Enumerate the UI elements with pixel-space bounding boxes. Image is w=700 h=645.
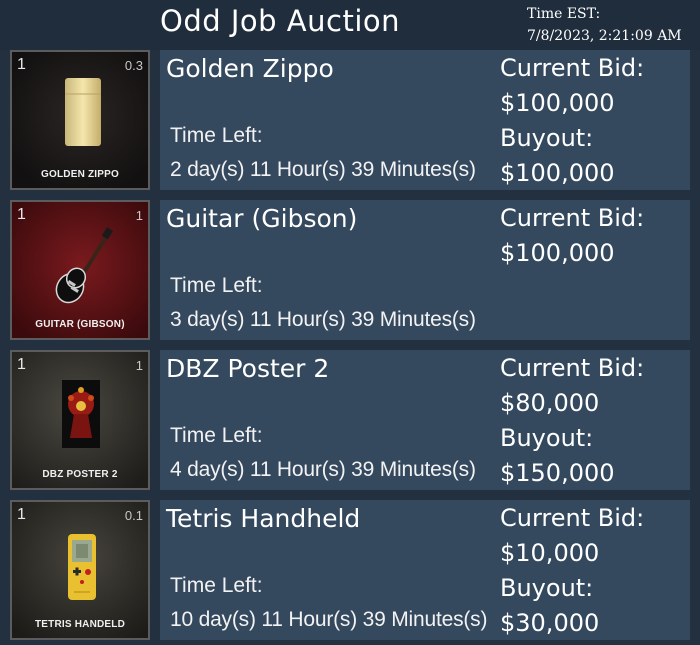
- listing-details: Guitar (Gibson) Time Left: 3 day(s) 11 H…: [160, 200, 690, 340]
- time-left-label: Time Left:: [170, 274, 263, 297]
- item-name: Guitar (Gibson): [166, 204, 358, 233]
- time-left-label: Time Left:: [170, 124, 263, 147]
- clock-label: Time EST:: [527, 6, 601, 22]
- item-name: DBZ Poster 2: [166, 354, 330, 383]
- current-bid-label: Current Bid:: [500, 204, 645, 232]
- listing-details: DBZ Poster 2 Time Left: 4 day(s) 11 Hour…: [160, 350, 690, 490]
- time-left-label: Time Left:: [170, 424, 263, 447]
- item-thumbnail[interactable]: 1 0.1 TETRIS HANDELD: [10, 500, 150, 640]
- header-bar: Odd Job Auction Time EST: 7/8/2023, 2:21…: [0, 0, 700, 50]
- current-bid-label: Current Bid:: [500, 354, 645, 382]
- time-left-value: 10 day(s) 11 Hour(s) 39 Minutes(s): [170, 608, 488, 631]
- listing-card-guitar-gibson[interactable]: 1 1 GUITAR (GIBSON) Guitar (Gibson) Time…: [10, 200, 690, 340]
- listing-card-golden-zippo[interactable]: 1 0.3 GOLDEN ZIPPO Golden Zippo Time Lef…: [10, 50, 690, 190]
- current-bid-value: $80,000: [500, 389, 600, 417]
- weight-badge: 1: [135, 208, 143, 223]
- current-bid-value: $100,000: [500, 89, 615, 117]
- thumbnail-label: TETRIS HANDELD: [34, 619, 126, 630]
- time-left-label: Time Left:: [170, 574, 263, 597]
- current-bid-label: Current Bid:: [500, 54, 645, 82]
- weight-badge: 0.1: [124, 508, 143, 523]
- buyout-value: $100,000: [500, 159, 615, 187]
- quantity-badge: 1: [17, 206, 26, 223]
- buyout-value: $30,000: [500, 609, 600, 637]
- listing-details: Tetris Handheld Time Left: 10 day(s) 11 …: [160, 500, 690, 640]
- time-left-value: 4 day(s) 11 Hour(s) 39 Minutes(s): [170, 458, 476, 481]
- buyout-label: Buyout:: [500, 124, 594, 152]
- buyout-label: Buyout:: [500, 424, 594, 452]
- item-name: Tetris Handheld: [166, 504, 361, 533]
- current-bid-label: Current Bid:: [500, 504, 645, 532]
- item-thumbnail[interactable]: 1 1 DBZ POSTER 2: [10, 350, 150, 490]
- item-thumbnail[interactable]: 1 1 GUITAR (GIBSON): [10, 200, 150, 340]
- weight-badge: 0.3: [124, 58, 143, 73]
- item-name: Golden Zippo: [166, 54, 334, 83]
- thumbnail-label: GUITAR (GIBSON): [35, 319, 125, 330]
- quantity-badge: 1: [17, 56, 26, 73]
- time-left-value: 2 day(s) 11 Hour(s) 39 Minutes(s): [170, 158, 476, 181]
- quantity-badge: 1: [17, 356, 26, 373]
- current-bid-value: $100,000: [500, 239, 615, 267]
- thumbnail-label: DBZ POSTER 2: [42, 469, 118, 480]
- thumbnail-label: GOLDEN ZIPPO: [41, 169, 119, 180]
- listing-card-dbz-poster-2[interactable]: 1 1 DBZ POSTER 2 DBZ Poster 2 Time Left:…: [10, 350, 690, 490]
- buyout-value: $150,000: [500, 459, 615, 487]
- quantity-badge: 1: [17, 506, 26, 523]
- buyout-label: Buyout:: [500, 574, 594, 602]
- listing-details: Golden Zippo Time Left: 2 day(s) 11 Hour…: [160, 50, 690, 190]
- time-left-value: 3 day(s) 11 Hour(s) 39 Minutes(s): [170, 308, 476, 331]
- listing-card-tetris-handheld[interactable]: 1 0.1 TETRIS HANDELD Tetris Handheld Tim…: [10, 500, 690, 640]
- current-bid-value: $10,000: [500, 539, 600, 567]
- app-title: Odd Job Auction: [160, 4, 400, 38]
- clock-value: 7/8/2023, 2:21:09 AM: [527, 28, 682, 44]
- item-thumbnail[interactable]: 1 0.3 GOLDEN ZIPPO: [10, 50, 150, 190]
- weight-badge: 1: [135, 358, 143, 373]
